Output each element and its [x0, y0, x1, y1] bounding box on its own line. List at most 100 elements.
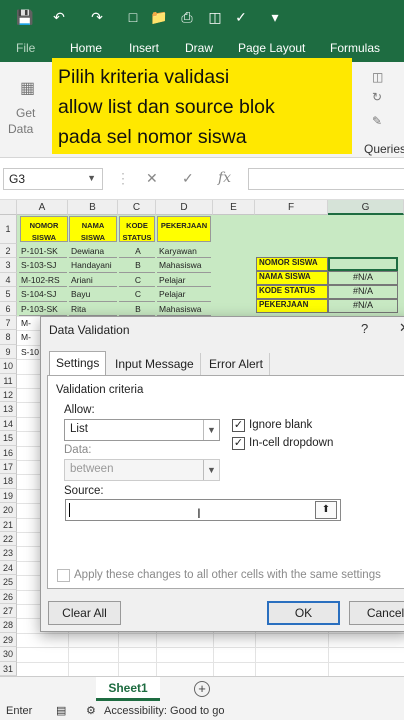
header-nama-siswa[interactable]: NAMA SISWA	[69, 216, 117, 242]
queries-icon[interactable]: ◫	[372, 70, 383, 84]
column-header-f[interactable]: F	[255, 200, 328, 215]
sheet-tab-sheet1[interactable]: Sheet1	[96, 677, 160, 701]
name-box[interactable]: G3 ▼	[3, 168, 103, 190]
accessibility-icon[interactable]: ⚙	[86, 704, 96, 717]
tab-draw[interactable]: Draw	[185, 41, 213, 55]
row-header[interactable]: 15	[0, 431, 17, 446]
tab-settings[interactable]: Settings	[49, 351, 107, 376]
get-data-label[interactable]: Get	[16, 106, 35, 120]
table-cell[interactable]: Bayu	[69, 288, 117, 302]
cancel-button[interactable]: Cancel	[349, 601, 404, 625]
formula-input[interactable]	[248, 168, 404, 190]
lookup-label-nama-siswa[interactable]: NAMA SISWA	[256, 271, 328, 285]
row-header[interactable]: 24	[0, 560, 17, 576]
insert-function-icon[interactable]: fx	[218, 170, 231, 186]
tab-formulas[interactable]: Formulas	[330, 41, 380, 55]
row-header[interactable]: 20	[0, 503, 17, 518]
lookup-value-kode[interactable]: #N/A	[328, 285, 398, 299]
lookup-value-nama[interactable]: #N/A	[328, 271, 398, 285]
table-cell[interactable]: A	[119, 245, 155, 259]
column-header-e[interactable]: E	[213, 200, 255, 215]
add-sheet-icon[interactable]: +	[194, 681, 210, 697]
row-header[interactable]: 8	[0, 330, 17, 345]
select-all-corner[interactable]	[0, 200, 17, 215]
selected-cell-g3[interactable]	[328, 257, 398, 271]
row-header[interactable]: 11	[0, 373, 17, 388]
table-cell[interactable]: Dewiana	[69, 245, 117, 259]
in-cell-dropdown-label[interactable]: In-cell dropdown	[249, 437, 333, 449]
table-cell[interactable]: Pelajar	[157, 288, 211, 302]
table-cell[interactable]: C	[119, 288, 155, 302]
row-header[interactable]: 30	[0, 647, 17, 662]
in-cell-dropdown-checkbox[interactable]: ✓	[232, 437, 245, 450]
allow-select[interactable]: List ▼	[64, 419, 220, 441]
row-header[interactable]: 3	[0, 258, 17, 273]
table-cell[interactable]: P-103-SK	[19, 302, 67, 316]
column-header-d[interactable]: D	[156, 200, 213, 215]
column-header-c[interactable]: C	[118, 200, 156, 215]
ignore-blank-checkbox[interactable]: ✓	[232, 419, 245, 432]
tab-home[interactable]: Home	[70, 41, 102, 55]
get-data-icon[interactable]: ▦	[20, 78, 35, 98]
lookup-label-nomor-siswa[interactable]: NOMOR SISWA	[256, 257, 328, 271]
clear-all-button[interactable]: Clear All	[48, 601, 121, 625]
table-cell[interactable]: Karyawan	[157, 245, 211, 259]
row-header[interactable]: 17	[0, 460, 17, 475]
open-folder-icon[interactable]: 📁	[150, 8, 168, 26]
close-icon[interactable]: ✕	[399, 320, 404, 336]
table-cell[interactable]: P-101-SK	[19, 245, 67, 259]
apply-all-label[interactable]: Apply these changes to all other cells w…	[74, 569, 381, 581]
help-icon[interactable]: ?	[361, 321, 368, 336]
column-header-g[interactable]: G	[328, 200, 404, 215]
row-header[interactable]: 31	[0, 661, 17, 676]
table-cell[interactable]: S-103-SJ	[19, 259, 67, 273]
row-header[interactable]: 9	[0, 344, 17, 360]
customize-toolbar-icon[interactable]: ▾	[266, 8, 284, 26]
more-icon[interactable]: ⋮	[116, 170, 130, 187]
print-preview-icon[interactable]: ◫	[206, 8, 224, 26]
get-data-label-2[interactable]: Data	[8, 122, 33, 136]
table-cell[interactable]: B	[119, 302, 155, 316]
lookup-value-pekerjaan[interactable]: #N/A	[328, 299, 398, 313]
row-header[interactable]: 7	[0, 316, 17, 331]
row-header[interactable]: 25	[0, 575, 17, 590]
table-cell[interactable]: Mahasiswa	[157, 302, 211, 316]
header-kode-status[interactable]: KODE STATUS	[119, 216, 155, 242]
row-header[interactable]: 14	[0, 416, 17, 432]
row-header[interactable]: 4	[0, 272, 17, 288]
row-header[interactable]: 10	[0, 359, 17, 374]
header-pekerjaan[interactable]: PEKERJAAN	[157, 216, 211, 242]
cancel-entry-icon[interactable]: ✕	[146, 170, 158, 187]
table-cell[interactable]: Pelajar	[157, 273, 211, 288]
table-cell[interactable]: S-104-SJ	[19, 288, 67, 302]
row-header[interactable]: 1	[0, 215, 17, 244]
table-cell[interactable]: Handayani	[69, 259, 117, 273]
column-header-b[interactable]: B	[68, 200, 118, 215]
row-header[interactable]: 28	[0, 618, 17, 633]
macro-record-icon[interactable]: ▤	[56, 704, 66, 717]
tab-input-message[interactable]: Input Message	[109, 353, 201, 375]
ok-button[interactable]: OK	[267, 601, 340, 625]
header-nomor-siswa[interactable]: NOMOR SISWA	[20, 216, 68, 242]
chevron-down-icon[interactable]: ▼	[87, 173, 96, 183]
apply-all-checkbox[interactable]	[57, 569, 70, 582]
table-cell[interactable]: Rita	[69, 302, 117, 316]
row-header[interactable]: 12	[0, 388, 17, 403]
ignore-blank-label[interactable]: Ignore blank	[249, 419, 312, 431]
row-header[interactable]: 29	[0, 632, 17, 648]
table-cell[interactable]: B	[119, 259, 155, 273]
new-file-icon[interactable]: □	[124, 8, 142, 26]
row-header[interactable]: 2	[0, 244, 17, 259]
accessibility-status[interactable]: Accessibility: Good to go	[104, 705, 224, 717]
collapse-dialog-icon[interactable]: ⬆	[315, 501, 337, 519]
lookup-label-kode-status[interactable]: KODE STATUS	[256, 285, 328, 299]
redo-icon[interactable]: ↷	[88, 8, 106, 26]
print-icon[interactable]: ⎙	[178, 8, 196, 26]
confirm-entry-icon[interactable]: ✓	[182, 170, 194, 187]
row-header[interactable]: 13	[0, 402, 17, 417]
table-cell[interactable]: M-102-RS	[19, 273, 67, 288]
table-cell[interactable]: Ariani	[69, 273, 117, 288]
row-header[interactable]: 19	[0, 488, 17, 504]
table-cell[interactable]: Mahasiswa	[157, 259, 211, 273]
row-header[interactable]: 16	[0, 445, 17, 460]
